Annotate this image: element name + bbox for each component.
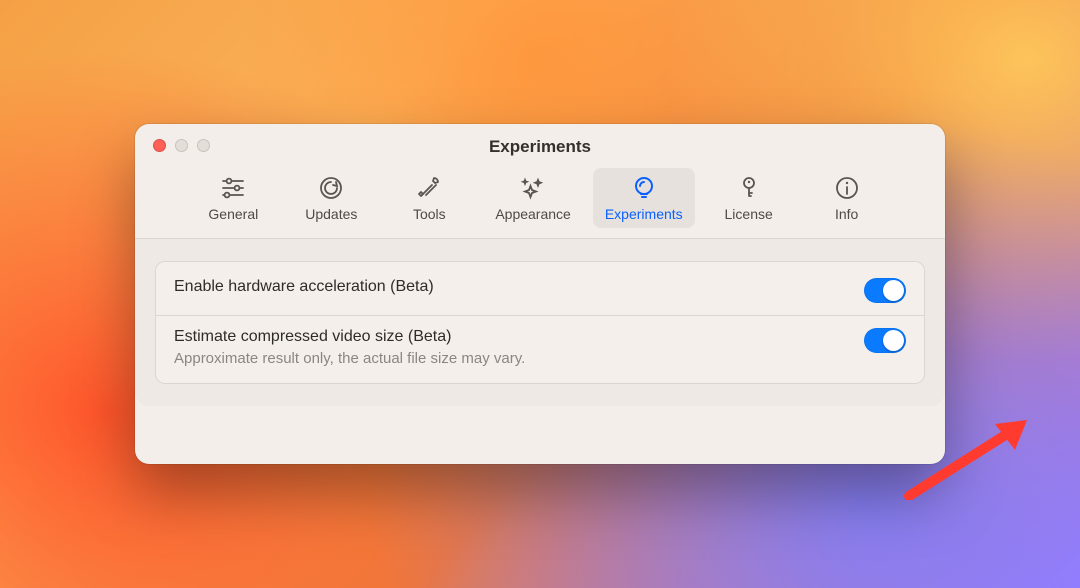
info-icon <box>833 174 861 202</box>
tab-label: License <box>725 206 773 222</box>
lightbulb-icon <box>630 174 658 202</box>
window-title: Experiments <box>489 131 591 157</box>
preferences-window: Experiments General Updates <box>135 124 945 464</box>
content-area: Enable hardware acceleration (Beta) Esti… <box>135 239 945 406</box>
setting-estimate-size: Estimate compressed video size (Beta) Ap… <box>156 315 924 379</box>
tab-label: Appearance <box>495 206 571 222</box>
toolbar: General Updates Tools <box>135 164 945 239</box>
tab-updates[interactable]: Updates <box>287 168 375 228</box>
tab-license[interactable]: License <box>705 168 793 228</box>
window-controls <box>153 139 210 152</box>
tab-general[interactable]: General <box>189 168 277 228</box>
tab-label: Info <box>835 206 858 222</box>
tab-label: General <box>208 206 258 222</box>
setting-label: Enable hardware acceleration (Beta) <box>174 278 864 296</box>
setting-sublabel: Approximate result only, the actual file… <box>174 350 864 367</box>
titlebar: Experiments <box>135 124 945 164</box>
tab-info[interactable]: Info <box>803 168 891 228</box>
tab-label: Updates <box>305 206 357 222</box>
tab-experiments[interactable]: Experiments <box>593 168 695 228</box>
setting-label: Estimate compressed video size (Beta) <box>174 328 864 346</box>
minimize-button[interactable] <box>175 139 188 152</box>
setting-hardware-acceleration: Enable hardware acceleration (Beta) <box>156 266 924 315</box>
settings-card: Enable hardware acceleration (Beta) Esti… <box>155 261 925 384</box>
sliders-icon <box>219 174 247 202</box>
tab-label: Experiments <box>605 206 683 222</box>
tab-appearance[interactable]: Appearance <box>483 168 583 228</box>
tools-icon <box>415 174 443 202</box>
tab-tools[interactable]: Tools <box>385 168 473 228</box>
key-icon <box>735 174 763 202</box>
tab-label: Tools <box>413 206 446 222</box>
zoom-button[interactable] <box>197 139 210 152</box>
close-button[interactable] <box>153 139 166 152</box>
sparkles-icon <box>519 174 547 202</box>
refresh-icon <box>317 174 345 202</box>
toggle-estimate-size[interactable] <box>864 328 906 353</box>
toggle-hardware-acceleration[interactable] <box>864 278 906 303</box>
